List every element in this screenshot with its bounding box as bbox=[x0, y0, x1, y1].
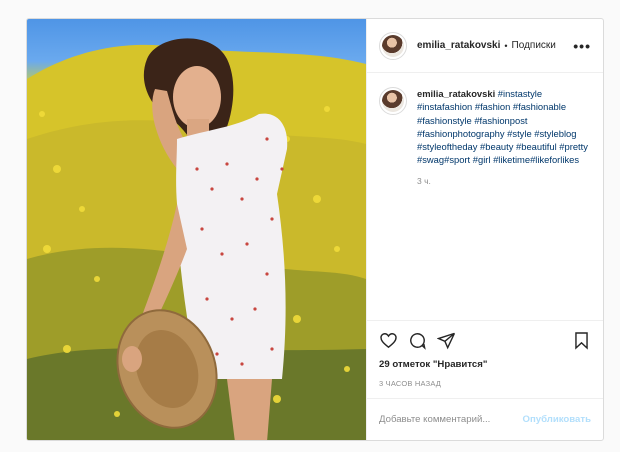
photo-illustration bbox=[27, 38, 366, 440]
actions-section: 29 отметок "Нравится" 3 часов назад bbox=[367, 320, 603, 388]
post-timestamp[interactable]: 3 часов назад bbox=[379, 379, 591, 388]
post-sidebar: emilia_ratakovski • Подписки ••• emilia_… bbox=[366, 19, 603, 440]
caption-hashtags[interactable]: #instastyle #instafashion #fashion #fash… bbox=[417, 88, 588, 165]
caption-area: emilia_ratakovski #instastyle #instafash… bbox=[367, 73, 603, 320]
publish-button[interactable]: Опубликовать bbox=[522, 414, 591, 425]
caption-username[interactable]: emilia_ratakovski bbox=[417, 88, 495, 99]
follow-button[interactable]: Подписки bbox=[512, 40, 556, 51]
bookmark-icon[interactable] bbox=[572, 331, 591, 350]
caption-avatar[interactable] bbox=[379, 87, 407, 115]
add-comment-bar: Опубликовать bbox=[367, 398, 603, 440]
caption-block: emilia_ratakovski #instastyle #instafash… bbox=[417, 87, 591, 306]
caption-time: 3 ч. bbox=[417, 175, 431, 186]
share-icon[interactable] bbox=[437, 331, 456, 350]
avatar[interactable] bbox=[379, 31, 407, 60]
more-options-icon[interactable]: ••• bbox=[573, 39, 591, 53]
post-photo[interactable] bbox=[27, 19, 366, 440]
action-icons bbox=[379, 329, 591, 351]
caption-text: emilia_ratakovski #instastyle #instafash… bbox=[417, 87, 591, 167]
post-header: emilia_ratakovski • Подписки ••• bbox=[367, 19, 603, 73]
avatar-image bbox=[382, 90, 404, 112]
heart-icon[interactable] bbox=[379, 331, 398, 350]
comment-icon[interactable] bbox=[408, 331, 427, 350]
header-username[interactable]: emilia_ratakovski bbox=[417, 40, 500, 51]
likes-count[interactable]: 29 отметок "Нравится" bbox=[379, 359, 591, 370]
avatar-image bbox=[382, 34, 404, 57]
comment-input[interactable] bbox=[379, 414, 523, 425]
instagram-post: emilia_ratakovski • Подписки ••• emilia_… bbox=[26, 18, 604, 441]
separator-dot: • bbox=[504, 40, 508, 51]
